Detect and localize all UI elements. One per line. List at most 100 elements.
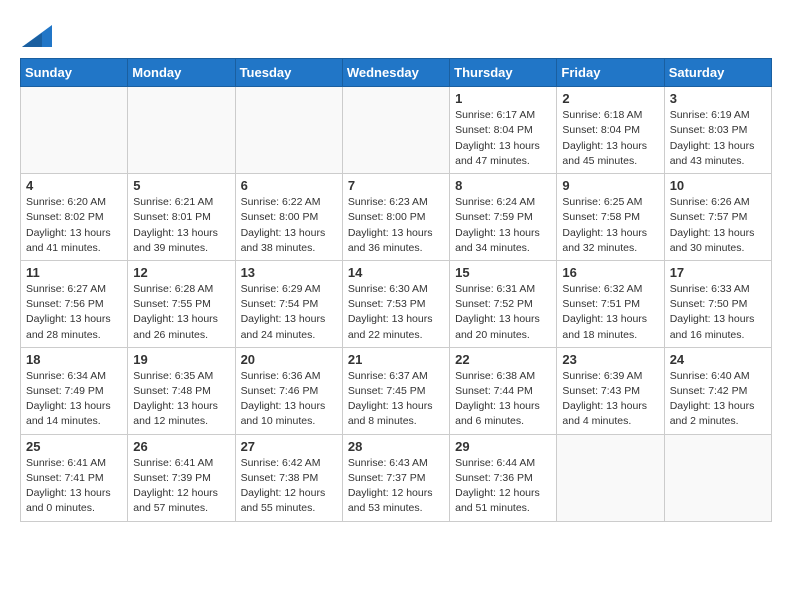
- day-content: Sunrise: 6:29 AM Sunset: 7:54 PM Dayligh…: [241, 282, 337, 343]
- day-number: 14: [348, 265, 444, 280]
- day-content: Sunrise: 6:27 AM Sunset: 7:56 PM Dayligh…: [26, 282, 122, 343]
- day-content: Sunrise: 6:30 AM Sunset: 7:53 PM Dayligh…: [348, 282, 444, 343]
- day-cell: 3 Sunrise: 6:19 AM Sunset: 8:03 PM Daylig…: [664, 87, 771, 174]
- day-number: 25: [26, 439, 122, 454]
- day-number: 12: [133, 265, 229, 280]
- day-content: Sunrise: 6:25 AM Sunset: 7:58 PM Dayligh…: [562, 195, 658, 256]
- day-number: 2: [562, 91, 658, 106]
- day-cell: 17 Sunrise: 6:33 AM Sunset: 7:50 PM Dayli…: [664, 260, 771, 347]
- week-row-4: 18 Sunrise: 6:34 AM Sunset: 7:49 PM Dayli…: [21, 347, 772, 434]
- day-number: 16: [562, 265, 658, 280]
- day-number: 24: [670, 352, 766, 367]
- day-number: 17: [670, 265, 766, 280]
- day-number: 23: [562, 352, 658, 367]
- page-header: [20, 20, 772, 48]
- day-content: Sunrise: 6:42 AM Sunset: 7:38 PM Dayligh…: [241, 456, 337, 517]
- day-cell: 16 Sunrise: 6:32 AM Sunset: 7:51 PM Dayli…: [557, 260, 664, 347]
- day-content: Sunrise: 6:32 AM Sunset: 7:51 PM Dayligh…: [562, 282, 658, 343]
- day-content: Sunrise: 6:41 AM Sunset: 7:41 PM Dayligh…: [26, 456, 122, 517]
- day-number: 28: [348, 439, 444, 454]
- day-cell: [21, 87, 128, 174]
- day-content: Sunrise: 6:44 AM Sunset: 7:36 PM Dayligh…: [455, 456, 551, 517]
- day-cell: [557, 434, 664, 521]
- day-content: Sunrise: 6:17 AM Sunset: 8:04 PM Dayligh…: [455, 108, 551, 169]
- header-cell-wednesday: Wednesday: [342, 59, 449, 87]
- day-cell: 28Sunrise: 6:43 AM Sunset: 7:37 PM Dayli…: [342, 434, 449, 521]
- day-cell: 9 Sunrise: 6:25 AM Sunset: 7:58 PM Daylig…: [557, 174, 664, 261]
- day-content: Sunrise: 6:35 AM Sunset: 7:48 PM Dayligh…: [133, 369, 229, 430]
- day-number: 5: [133, 178, 229, 193]
- day-content: Sunrise: 6:39 AM Sunset: 7:43 PM Dayligh…: [562, 369, 658, 430]
- logo: [20, 24, 52, 48]
- day-cell: 29 Sunrise: 6:44 AM Sunset: 7:36 PM Dayli…: [450, 434, 557, 521]
- day-number: 10: [670, 178, 766, 193]
- day-number: 7: [348, 178, 444, 193]
- day-cell: 12 Sunrise: 6:28 AM Sunset: 7:55 PM Dayli…: [128, 260, 235, 347]
- day-content: Sunrise: 6:23 AM Sunset: 8:00 PM Dayligh…: [348, 195, 444, 256]
- day-content: Sunrise: 6:34 AM Sunset: 7:49 PM Dayligh…: [26, 369, 122, 430]
- day-content: Sunrise: 6:21 AM Sunset: 8:01 PM Dayligh…: [133, 195, 229, 256]
- header-cell-monday: Monday: [128, 59, 235, 87]
- day-cell: 4 Sunrise: 6:20 AM Sunset: 8:02 PM Daylig…: [21, 174, 128, 261]
- day-number: 27: [241, 439, 337, 454]
- day-number: 26: [133, 439, 229, 454]
- day-content: Sunrise: 6:24 AM Sunset: 7:59 PM Dayligh…: [455, 195, 551, 256]
- day-content: Sunrise: 6:26 AM Sunset: 7:57 PM Dayligh…: [670, 195, 766, 256]
- day-content: Sunrise: 6:28 AM Sunset: 7:55 PM Dayligh…: [133, 282, 229, 343]
- header-row: SundayMondayTuesdayWednesdayThursdayFrid…: [21, 59, 772, 87]
- day-number: 9: [562, 178, 658, 193]
- day-number: 29: [455, 439, 551, 454]
- day-cell: 22 Sunrise: 6:38 AM Sunset: 7:44 PM Dayli…: [450, 347, 557, 434]
- day-cell: 7 Sunrise: 6:23 AM Sunset: 8:00 PM Daylig…: [342, 174, 449, 261]
- day-cell: [664, 434, 771, 521]
- logo-icon: [22, 25, 52, 47]
- week-row-1: 1Sunrise: 6:17 AM Sunset: 8:04 PM Daylig…: [21, 87, 772, 174]
- day-number: 18: [26, 352, 122, 367]
- day-number: 4: [26, 178, 122, 193]
- day-cell: 19 Sunrise: 6:35 AM Sunset: 7:48 PM Dayli…: [128, 347, 235, 434]
- calendar-table: SundayMondayTuesdayWednesdayThursdayFrid…: [20, 58, 772, 521]
- day-cell: 26 Sunrise: 6:41 AM Sunset: 7:39 PM Dayli…: [128, 434, 235, 521]
- day-number: 8: [455, 178, 551, 193]
- day-content: Sunrise: 6:37 AM Sunset: 7:45 PM Dayligh…: [348, 369, 444, 430]
- day-content: Sunrise: 6:20 AM Sunset: 8:02 PM Dayligh…: [26, 195, 122, 256]
- day-cell: 14 Sunrise: 6:30 AM Sunset: 7:53 PM Dayli…: [342, 260, 449, 347]
- day-content: Sunrise: 6:18 AM Sunset: 8:04 PM Dayligh…: [562, 108, 658, 169]
- day-number: 11: [26, 265, 122, 280]
- day-content: Sunrise: 6:31 AM Sunset: 7:52 PM Dayligh…: [455, 282, 551, 343]
- day-number: 19: [133, 352, 229, 367]
- day-content: Sunrise: 6:19 AM Sunset: 8:03 PM Dayligh…: [670, 108, 766, 169]
- week-row-5: 25 Sunrise: 6:41 AM Sunset: 7:41 PM Dayli…: [21, 434, 772, 521]
- day-cell: 6 Sunrise: 6:22 AM Sunset: 8:00 PM Daylig…: [235, 174, 342, 261]
- day-content: Sunrise: 6:38 AM Sunset: 7:44 PM Dayligh…: [455, 369, 551, 430]
- week-row-3: 11 Sunrise: 6:27 AM Sunset: 7:56 PM Dayli…: [21, 260, 772, 347]
- day-number: 6: [241, 178, 337, 193]
- day-content: Sunrise: 6:40 AM Sunset: 7:42 PM Dayligh…: [670, 369, 766, 430]
- day-cell: 1Sunrise: 6:17 AM Sunset: 8:04 PM Daylig…: [450, 87, 557, 174]
- day-number: 22: [455, 352, 551, 367]
- day-content: Sunrise: 6:41 AM Sunset: 7:39 PM Dayligh…: [133, 456, 229, 517]
- day-cell: 24 Sunrise: 6:40 AM Sunset: 7:42 PM Dayli…: [664, 347, 771, 434]
- header-cell-sunday: Sunday: [21, 59, 128, 87]
- day-cell: [128, 87, 235, 174]
- day-content: Sunrise: 6:36 AM Sunset: 7:46 PM Dayligh…: [241, 369, 337, 430]
- header-cell-tuesday: Tuesday: [235, 59, 342, 87]
- calendar-body: 1Sunrise: 6:17 AM Sunset: 8:04 PM Daylig…: [21, 87, 772, 521]
- day-cell: 15Sunrise: 6:31 AM Sunset: 7:52 PM Dayli…: [450, 260, 557, 347]
- day-number: 13: [241, 265, 337, 280]
- day-content: Sunrise: 6:33 AM Sunset: 7:50 PM Dayligh…: [670, 282, 766, 343]
- day-cell: 23 Sunrise: 6:39 AM Sunset: 7:43 PM Dayli…: [557, 347, 664, 434]
- day-cell: 2 Sunrise: 6:18 AM Sunset: 8:04 PM Daylig…: [557, 87, 664, 174]
- day-cell: 8 Sunrise: 6:24 AM Sunset: 7:59 PM Daylig…: [450, 174, 557, 261]
- day-content: Sunrise: 6:22 AM Sunset: 8:00 PM Dayligh…: [241, 195, 337, 256]
- day-cell: [235, 87, 342, 174]
- day-cell: 25 Sunrise: 6:41 AM Sunset: 7:41 PM Dayli…: [21, 434, 128, 521]
- day-cell: 18 Sunrise: 6:34 AM Sunset: 7:49 PM Dayli…: [21, 347, 128, 434]
- day-cell: 5 Sunrise: 6:21 AM Sunset: 8:01 PM Daylig…: [128, 174, 235, 261]
- day-cell: 20Sunrise: 6:36 AM Sunset: 7:46 PM Dayli…: [235, 347, 342, 434]
- day-cell: 21Sunrise: 6:37 AM Sunset: 7:45 PM Dayli…: [342, 347, 449, 434]
- day-cell: 11 Sunrise: 6:27 AM Sunset: 7:56 PM Dayli…: [21, 260, 128, 347]
- day-number: 3: [670, 91, 766, 106]
- day-cell: 27 Sunrise: 6:42 AM Sunset: 7:38 PM Dayli…: [235, 434, 342, 521]
- week-row-2: 4 Sunrise: 6:20 AM Sunset: 8:02 PM Daylig…: [21, 174, 772, 261]
